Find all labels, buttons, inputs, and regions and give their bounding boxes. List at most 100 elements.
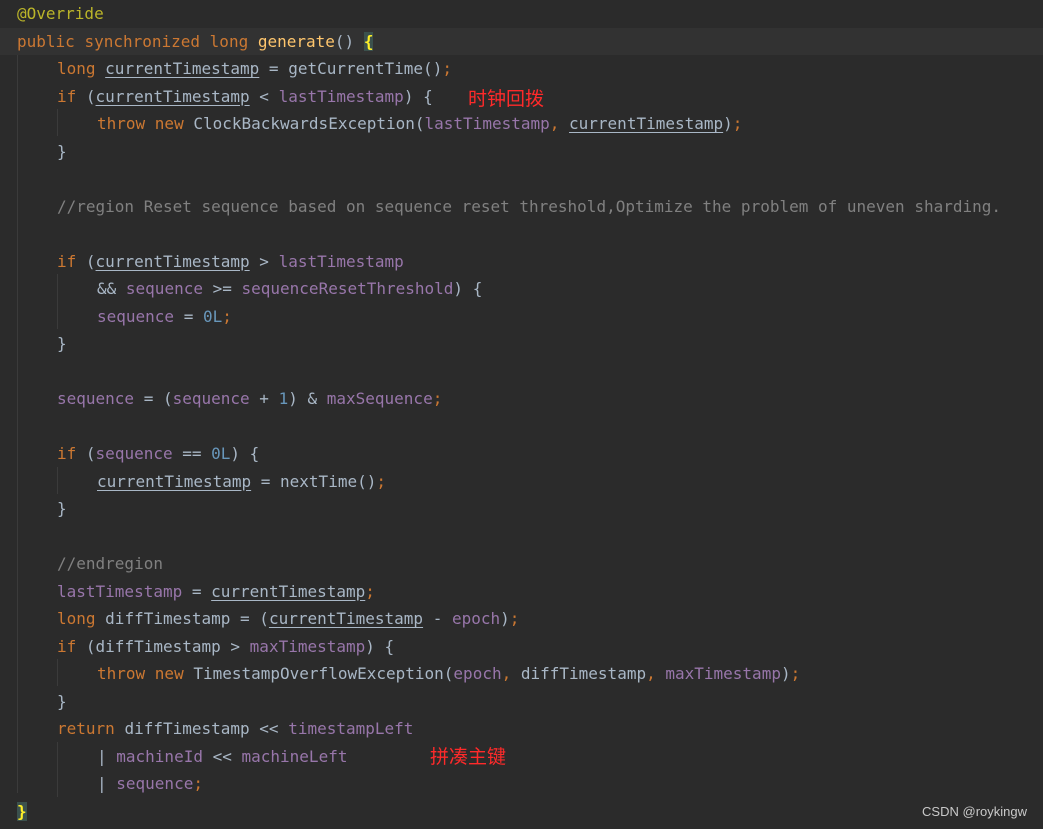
code-token: ; xyxy=(193,774,203,793)
code-token: (diffTimestamp > xyxy=(85,636,250,656)
code-token: sequence xyxy=(97,306,175,326)
code-token: //endregion xyxy=(57,554,163,573)
code-token: 1 xyxy=(278,389,289,408)
code-editor[interactable]: @Override public synchronized long genera… xyxy=(0,0,1043,829)
code-token: lastTimestamp xyxy=(278,86,404,106)
code-token: if xyxy=(57,636,86,656)
code-line[interactable]: currentTimestamp = nextTime(); xyxy=(0,468,1043,495)
code-token: long xyxy=(209,31,258,51)
code-line[interactable]: | sequence; xyxy=(0,770,1043,797)
code-token: = ( xyxy=(134,389,173,408)
code-token: 0L xyxy=(211,444,231,463)
code-line[interactable]: } xyxy=(0,330,1043,357)
code-token: ( xyxy=(85,444,96,463)
code-line[interactable] xyxy=(0,165,1043,192)
code-token: ) xyxy=(723,114,733,133)
code-token: >= xyxy=(202,279,242,298)
code-line[interactable]: return diffTimestamp << timestampLeft xyxy=(0,715,1043,742)
code-line[interactable]: | machineId << machineLeft xyxy=(0,743,1043,770)
code-token: - xyxy=(423,609,452,628)
code-token: epoch xyxy=(451,609,501,628)
code-line[interactable]: } xyxy=(0,495,1043,522)
code-token: > xyxy=(249,251,279,271)
annotation-compose-key: 拼凑主键 xyxy=(430,746,507,768)
code-line[interactable]: && sequence >= sequenceResetThreshold) { xyxy=(0,275,1043,302)
code-line[interactable]: //region Reset sequence based on sequenc… xyxy=(0,193,1043,220)
code-token: ) { xyxy=(230,444,260,463)
code-line[interactable]: public synchronized long generate() { xyxy=(0,27,1043,55)
code-token: @Override xyxy=(17,4,104,23)
code-token: ; xyxy=(365,581,375,601)
code-token: currentTimestamp xyxy=(97,471,252,491)
code-token: ) { xyxy=(365,636,395,656)
code-token: } xyxy=(57,691,67,711)
code-line[interactable] xyxy=(0,220,1043,247)
code-token: = nextTime() xyxy=(251,471,377,491)
code-token: sequence xyxy=(95,444,173,463)
watermark: CSDN @roykingw xyxy=(922,804,1027,819)
code-token: } xyxy=(57,141,67,161)
code-token: , xyxy=(501,664,521,683)
code-token: ; xyxy=(222,306,232,326)
code-token: diffTimestamp = ( xyxy=(105,609,269,628)
code-line[interactable]: } xyxy=(0,138,1043,165)
code-token: currentTimestamp xyxy=(95,86,250,106)
code-token: machineId xyxy=(116,746,203,766)
code-token: ) { xyxy=(453,279,483,298)
code-line[interactable]: throw new ClockBackwardsException(lastTi… xyxy=(0,110,1043,137)
code-token: diffTimestamp xyxy=(520,664,647,683)
code-line[interactable]: long currentTimestamp = getCurrentTime()… xyxy=(0,55,1043,82)
code-token: synchronized xyxy=(84,31,210,51)
code-line[interactable]: //endregion xyxy=(0,550,1043,577)
code-token: currentTimestamp xyxy=(95,251,250,271)
code-token: = xyxy=(174,306,203,326)
code-token: epoch xyxy=(453,664,502,683)
code-token: long xyxy=(57,59,106,78)
code-line[interactable]: } xyxy=(0,798,1043,825)
code-line[interactable]: @Override xyxy=(0,0,1043,27)
code-line[interactable]: throw new TimestampOverflowException(epo… xyxy=(0,660,1043,687)
code-token: ; xyxy=(509,609,520,628)
code-token: TimestampOverflowException( xyxy=(193,664,454,683)
code-token: lastTimestamp xyxy=(424,114,550,133)
code-token: machineLeft xyxy=(241,746,348,766)
code-token: timestampLeft xyxy=(288,719,414,738)
code-token: } xyxy=(57,334,67,353)
code-line[interactable] xyxy=(0,358,1043,385)
code-token: maxSequence xyxy=(326,389,433,408)
code-token: = xyxy=(182,581,212,601)
code-token: return xyxy=(57,719,125,738)
code-line[interactable]: sequence = (sequence + 1) & maxSequence; xyxy=(0,385,1043,412)
code-line[interactable] xyxy=(0,413,1043,440)
code-token: ) xyxy=(780,664,791,683)
code-line[interactable]: lastTimestamp = currentTimestamp; xyxy=(0,578,1043,605)
code-line[interactable] xyxy=(0,523,1043,550)
code-token: sequence xyxy=(116,774,194,793)
code-token: ClockBackwardsException( xyxy=(193,114,425,133)
code-line[interactable]: sequence = 0L; xyxy=(0,303,1043,330)
code-line[interactable]: if (diffTimestamp > maxTimestamp) { xyxy=(0,633,1043,660)
code-token: new xyxy=(154,114,194,133)
code-line[interactable]: long diffTimestamp = (currentTimestamp -… xyxy=(0,605,1043,632)
code-line[interactable]: } xyxy=(0,688,1043,715)
code-token: sequence xyxy=(125,279,203,298)
code-token: new xyxy=(154,664,194,683)
code-line[interactable]: if (sequence == 0L) { xyxy=(0,440,1043,467)
code-token: currentTimestamp xyxy=(268,609,424,628)
code-token: ) { xyxy=(403,86,433,106)
code-token: public xyxy=(17,31,85,51)
code-token: if xyxy=(57,251,86,271)
code-token: diffTimestamp << xyxy=(124,719,289,738)
code-token: ; xyxy=(442,59,452,78)
code-token: if xyxy=(57,444,86,463)
code-token: maxTimestamp xyxy=(665,664,781,683)
code-token: //region Reset sequence based on sequenc… xyxy=(57,196,1002,216)
code-token: sequence xyxy=(57,389,135,408)
code-token: = getCurrentTime() xyxy=(259,59,443,78)
code-line[interactable]: if (currentTimestamp > lastTimestamp xyxy=(0,248,1043,275)
code-token: << xyxy=(202,746,242,766)
code-token: long xyxy=(57,609,106,628)
annotation-clock-backwards: 时钟回拨 xyxy=(468,88,545,110)
code-token: if xyxy=(57,86,86,106)
code-token: { xyxy=(363,31,374,51)
